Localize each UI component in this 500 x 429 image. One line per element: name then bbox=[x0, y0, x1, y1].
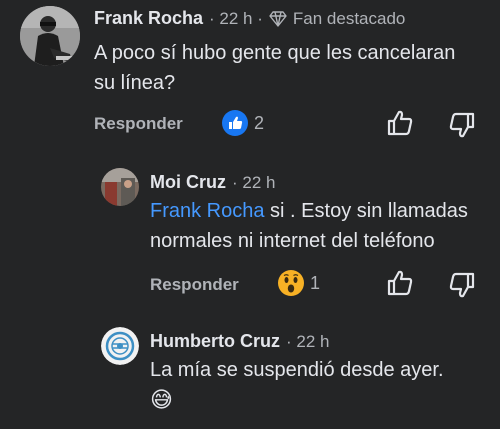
like-reaction-icon bbox=[222, 110, 248, 136]
sweat-smile-emoji: 😅 bbox=[150, 387, 173, 412]
avatar-frank-rocha[interactable] bbox=[20, 6, 80, 66]
comment-text-fragment: si . Estoy sin llamadas bbox=[264, 200, 468, 222]
comment-text-line: normales ni internet del teléfono bbox=[150, 230, 435, 252]
avatar-moi-cruz[interactable] bbox=[101, 168, 139, 206]
comment-text: Frank Rocha si . Estoy sin llamadas norm… bbox=[150, 196, 468, 256]
avatar-image bbox=[101, 168, 139, 206]
like-icon[interactable] bbox=[386, 269, 414, 302]
timestamp[interactable]: · 22 h bbox=[286, 332, 329, 352]
like-icon[interactable] bbox=[386, 109, 414, 142]
author-name[interactable]: Moi Cruz bbox=[150, 172, 226, 193]
reaction-summary[interactable]: 1 bbox=[278, 270, 320, 296]
avatar-image bbox=[20, 6, 80, 66]
top-fan-badge: Fan destacado bbox=[292, 8, 406, 28]
comment-header-frank: Frank Rocha · 22 h · Fan destacado bbox=[94, 8, 405, 29]
reaction-summary[interactable]: 2 bbox=[222, 110, 264, 136]
comment-text-line: La mía se suspendió desde ayer. bbox=[150, 359, 444, 381]
mention-link[interactable]: Frank Rocha bbox=[150, 200, 265, 222]
comment-text-line: su línea? bbox=[94, 72, 176, 94]
dislike-icon[interactable] bbox=[448, 111, 476, 144]
author-name[interactable]: Frank Rocha bbox=[94, 8, 203, 29]
comment-text: La mía se suspendió desde ayer. 😅 bbox=[150, 355, 444, 415]
reaction-count: 2 bbox=[254, 112, 265, 133]
diamond-icon bbox=[269, 10, 287, 27]
author-name[interactable]: Humberto Cruz bbox=[150, 331, 280, 352]
comment-text: A poco sí hubo gente que les cancelaran … bbox=[94, 38, 455, 98]
avatar-image bbox=[101, 327, 139, 365]
comment-header-humberto: Humberto Cruz · 22 h bbox=[150, 331, 329, 352]
timestamp[interactable]: · 22 h · bbox=[209, 9, 263, 29]
comment-header-moi: Moi Cruz · 22 h bbox=[150, 172, 275, 193]
comment-text-line: A poco sí hubo gente que les cancelaran bbox=[94, 42, 456, 64]
reply-button[interactable]: Responder bbox=[94, 114, 183, 134]
reaction-count: 1 bbox=[310, 272, 321, 293]
reply-button[interactable]: Responder bbox=[150, 275, 239, 295]
dislike-icon[interactable] bbox=[448, 271, 476, 304]
timestamp[interactable]: · 22 h bbox=[232, 173, 275, 193]
avatar-humberto-cruz[interactable] bbox=[101, 327, 139, 365]
comment-text-line: Frank Rocha si . Estoy sin llamadas bbox=[150, 196, 468, 226]
wow-reaction-icon bbox=[278, 270, 304, 296]
